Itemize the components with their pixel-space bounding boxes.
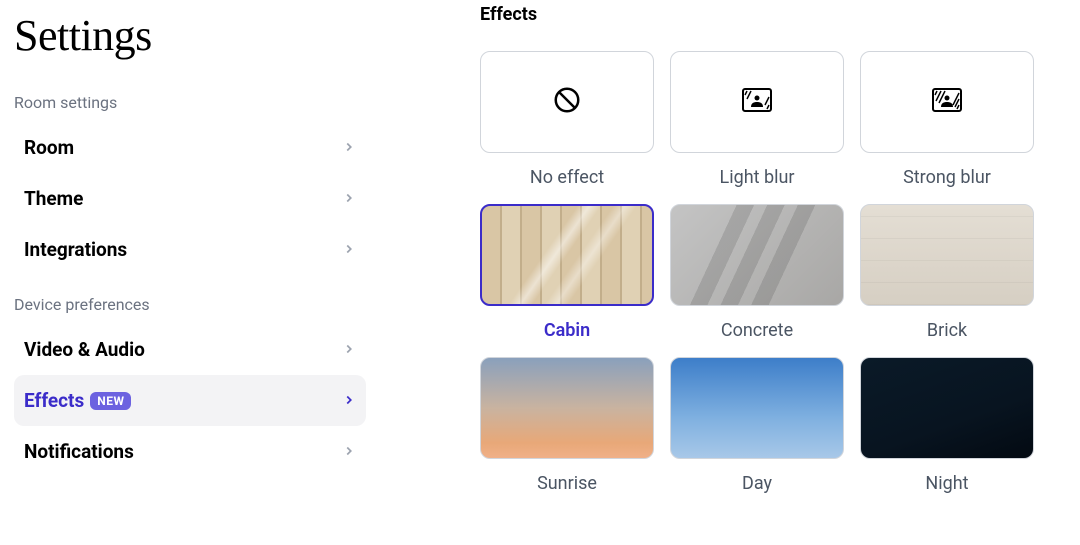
effect-label: Light blur xyxy=(720,167,795,188)
chevron-right-icon xyxy=(342,440,356,463)
chevron-right-icon xyxy=(342,136,356,159)
effect-thumb xyxy=(860,51,1034,153)
strong-blur-icon xyxy=(931,87,963,117)
effect-no-effect[interactable]: No effect xyxy=(480,51,654,188)
section-label-room-settings: Room settings xyxy=(14,93,366,112)
chevron-right-icon xyxy=(342,389,356,412)
sidebar-item-label: Effects xyxy=(24,389,84,412)
effect-thumb xyxy=(860,357,1034,459)
page-title: Settings xyxy=(14,10,366,61)
effect-cabin[interactable]: Cabin xyxy=(480,204,654,341)
sidebar-item-label: Theme xyxy=(24,187,83,210)
chevron-right-icon xyxy=(342,187,356,210)
effect-light-blur[interactable]: Light blur xyxy=(670,51,844,188)
chevron-right-icon xyxy=(342,238,356,261)
sidebar-item-room[interactable]: Room xyxy=(14,122,366,173)
effect-night[interactable]: Night xyxy=(860,357,1034,494)
effect-thumb xyxy=(480,357,654,459)
effect-label: Night xyxy=(925,473,968,494)
effects-grid: No effect Light blur xyxy=(480,51,1050,494)
sidebar-item-label: Notifications xyxy=(24,440,134,463)
sidebar: Settings Room settings Room Theme Integr… xyxy=(0,0,380,545)
effect-label: Strong blur xyxy=(903,167,991,188)
effect-label: Brick xyxy=(927,320,967,341)
effect-brick[interactable]: Brick xyxy=(860,204,1034,341)
sidebar-item-video-audio[interactable]: Video & Audio xyxy=(14,324,366,375)
sidebar-item-label: Integrations xyxy=(24,238,127,261)
sidebar-item-theme[interactable]: Theme xyxy=(14,173,366,224)
sidebar-item-label: Video & Audio xyxy=(24,338,145,361)
main-title: Effects xyxy=(480,4,1050,25)
effect-label: Cabin xyxy=(544,320,590,341)
sidebar-item-integrations[interactable]: Integrations xyxy=(14,224,366,275)
effect-sunrise[interactable]: Sunrise xyxy=(480,357,654,494)
effect-thumb xyxy=(860,204,1034,306)
main-panel: Effects No effect xyxy=(380,0,1080,545)
effect-thumb xyxy=(480,51,654,153)
light-blur-icon xyxy=(741,87,773,117)
effect-strong-blur[interactable]: Strong blur xyxy=(860,51,1034,188)
effect-thumb xyxy=(670,357,844,459)
section-label-device-preferences: Device preferences xyxy=(14,295,366,314)
new-badge: NEW xyxy=(90,392,131,410)
effect-thumb xyxy=(670,51,844,153)
effect-thumb xyxy=(670,204,844,306)
effect-day[interactable]: Day xyxy=(670,357,844,494)
no-effect-icon xyxy=(552,85,582,119)
effect-thumb xyxy=(480,204,654,306)
sidebar-item-notifications[interactable]: Notifications xyxy=(14,426,366,477)
effect-label: Day xyxy=(742,473,772,494)
chevron-right-icon xyxy=(342,338,356,361)
effect-label: Sunrise xyxy=(537,473,597,494)
effect-label: No effect xyxy=(530,167,604,188)
sidebar-item-effects[interactable]: Effects NEW xyxy=(14,375,366,426)
sidebar-item-label: Room xyxy=(24,136,74,159)
effect-label: Concrete xyxy=(721,320,793,341)
effect-concrete[interactable]: Concrete xyxy=(670,204,844,341)
